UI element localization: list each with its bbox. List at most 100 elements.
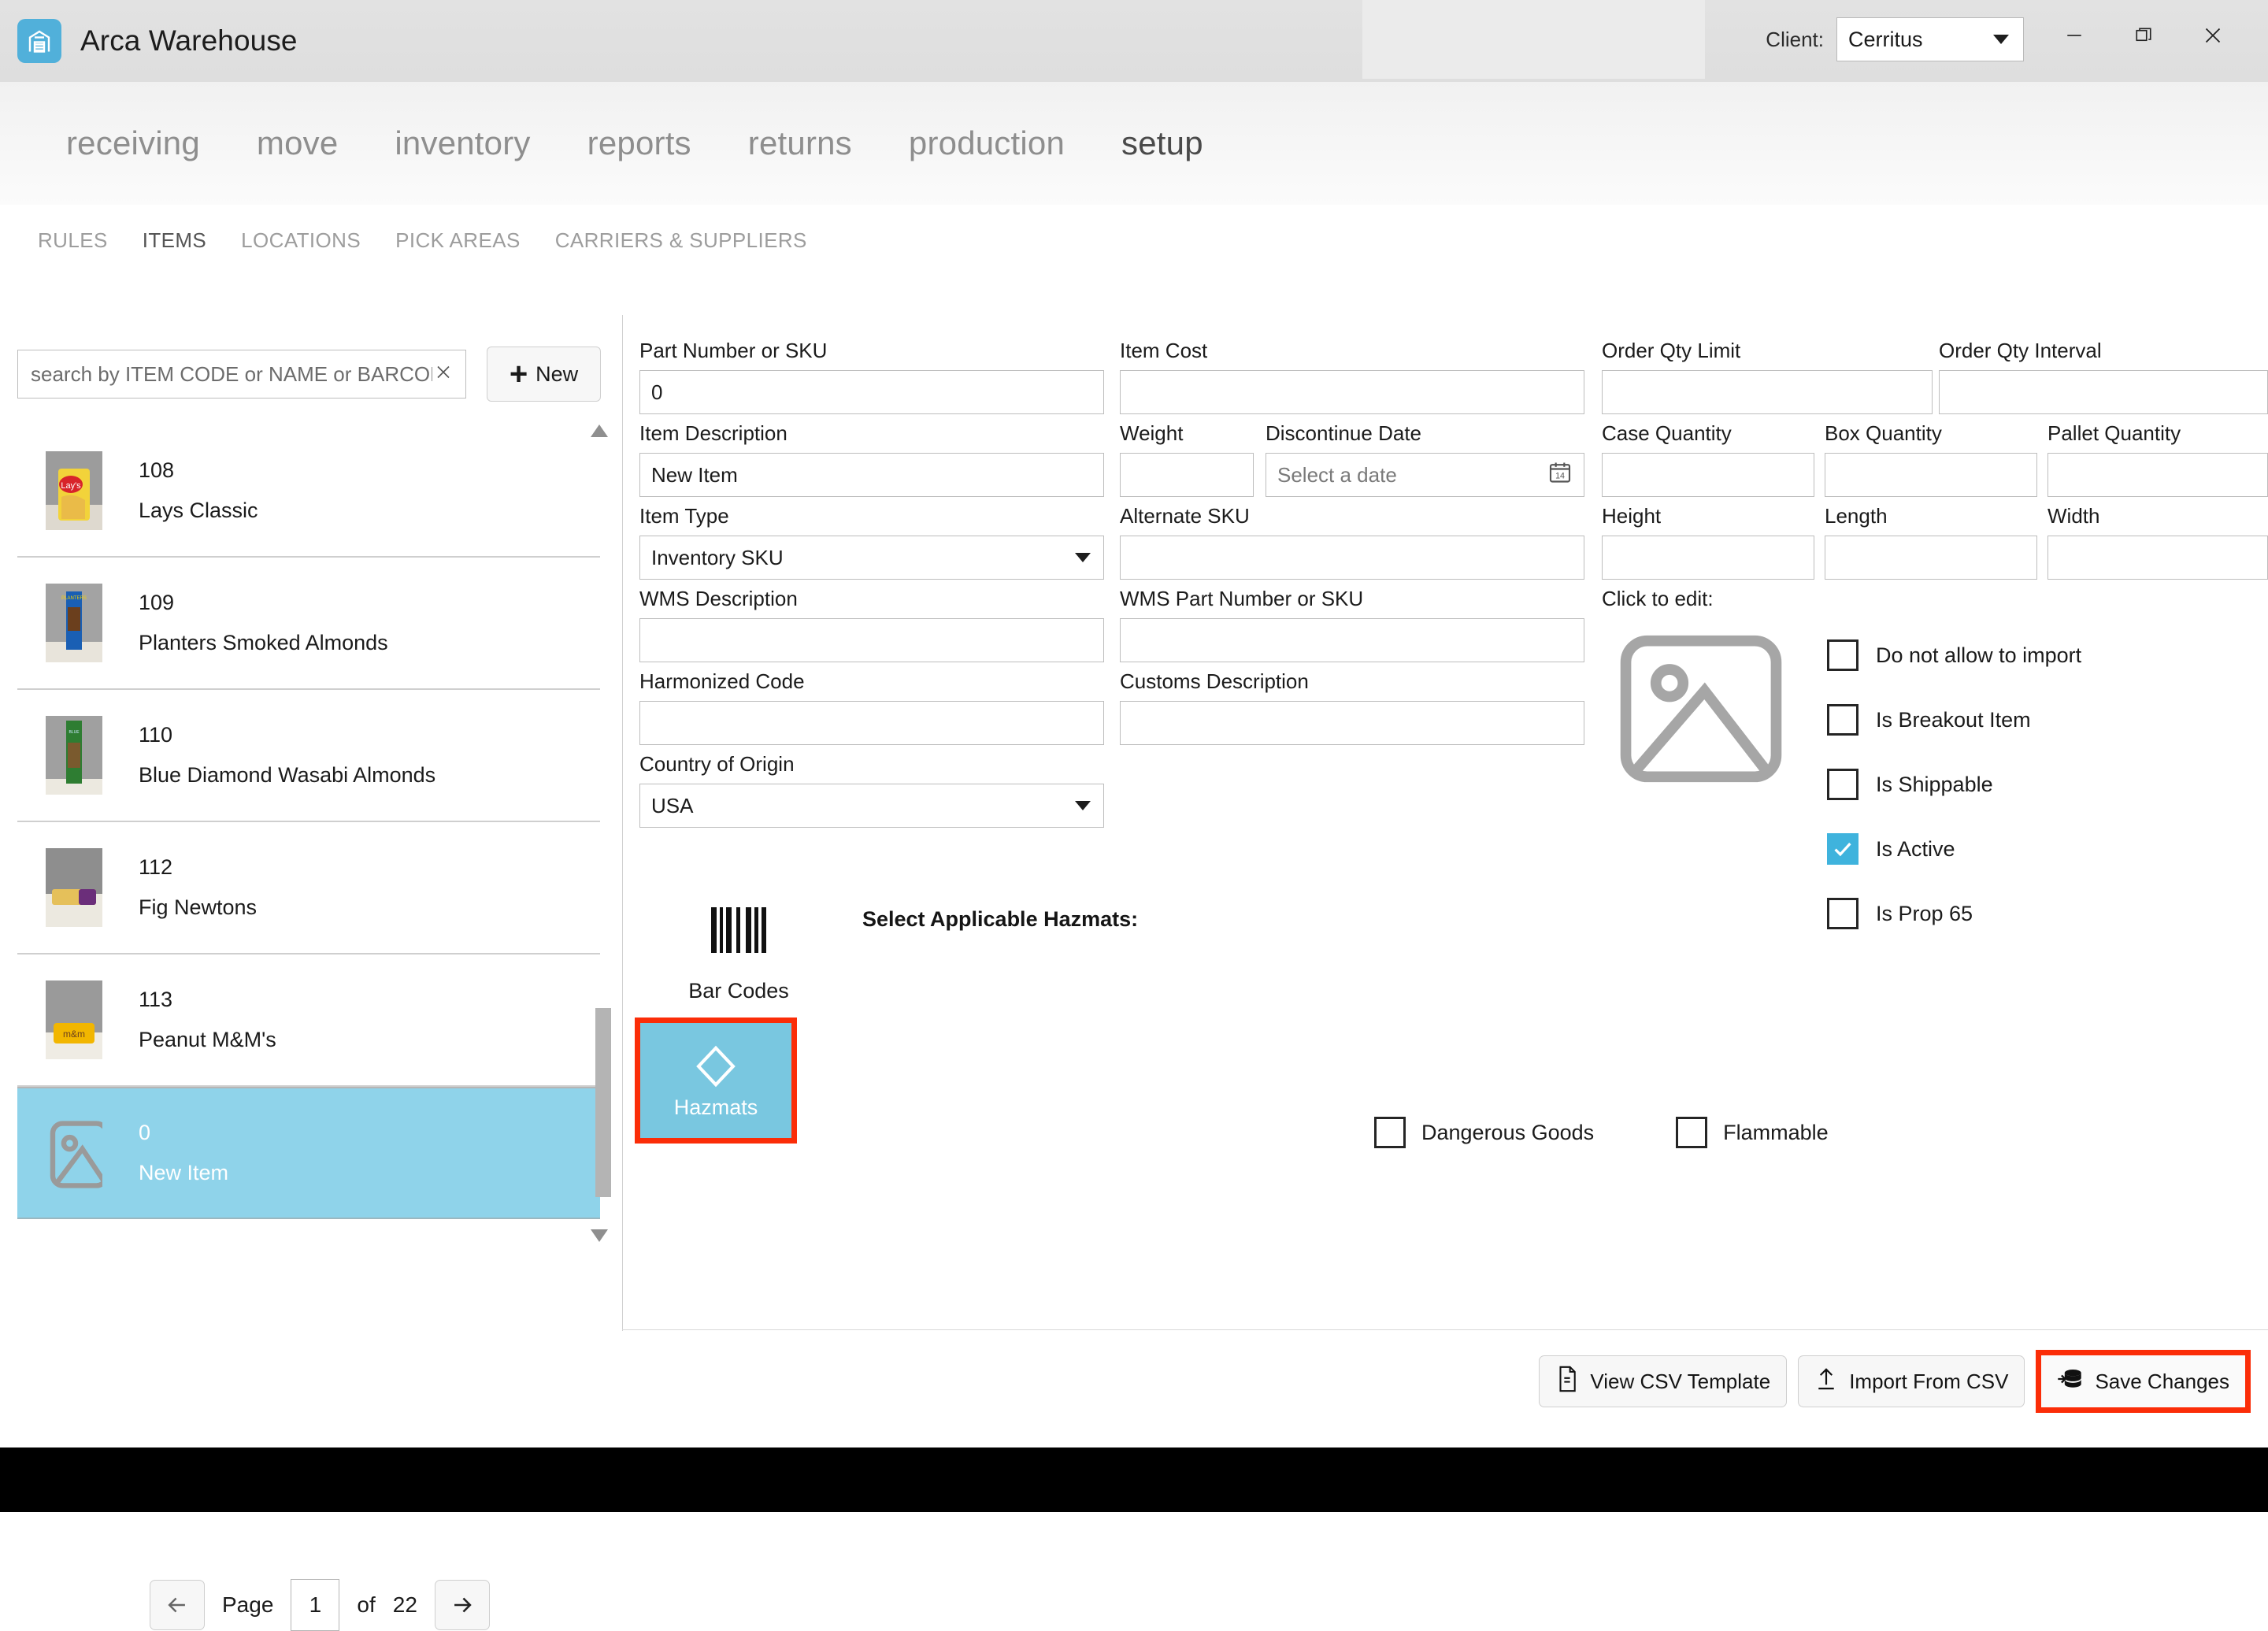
bar-codes-button[interactable]: Bar Codes xyxy=(684,906,794,1003)
order-qty-interval-input[interactable] xyxy=(1939,370,2268,414)
clear-search-icon[interactable] xyxy=(432,361,454,387)
checkbox-dangerous-goods[interactable]: Dangerous Goods xyxy=(1374,1117,1594,1148)
checkbox-do-not-allow-to-import[interactable]: Do not allow to import xyxy=(1827,639,2081,671)
checkbox-is-prop-65[interactable]: Is Prop 65 xyxy=(1827,898,2081,929)
app-title: Arca Warehouse xyxy=(80,24,298,57)
new-item-label: New xyxy=(536,361,579,386)
tab-locations[interactable]: LOCATIONS xyxy=(224,228,378,253)
close-button[interactable] xyxy=(2178,11,2248,60)
calendar-icon[interactable]: 14 xyxy=(1547,460,1573,491)
field-label: Order Qty Interval xyxy=(1939,339,2102,362)
list-item[interactable]: Lay's 108 Lays Classic xyxy=(17,425,600,558)
nav-item-setup[interactable]: setup xyxy=(1093,124,1232,162)
field-item-cost: Item Cost xyxy=(1120,339,1584,414)
image-placeholder-icon[interactable] xyxy=(1610,630,1792,788)
list-item[interactable]: m&m 113 Peanut M&M's xyxy=(17,955,600,1087)
item-type-dropdown[interactable]: Inventory SKU xyxy=(639,536,1104,580)
list-item[interactable]: PLANTERS 109 Planters Smoked Almonds xyxy=(17,558,600,690)
alternate-sku-input[interactable] xyxy=(1120,536,1584,580)
search-box[interactable] xyxy=(17,350,466,398)
checkbox-is-active[interactable]: Is Active xyxy=(1827,833,2081,865)
search-row: + New xyxy=(17,347,601,402)
scroll-down-icon[interactable] xyxy=(589,1227,610,1246)
warehouse-icon xyxy=(17,19,61,63)
checkbox-box[interactable] xyxy=(1827,769,1858,800)
checkbox-box[interactable] xyxy=(1827,639,1858,671)
hazmats-button[interactable]: Hazmats xyxy=(640,1023,791,1138)
height-input[interactable] xyxy=(1602,536,1814,580)
order-qty-limit-input[interactable] xyxy=(1602,370,1933,414)
part-number-input[interactable]: 0 xyxy=(639,370,1104,414)
scrollbar-thumb[interactable] xyxy=(595,1008,611,1197)
checkbox-label: Dangerous Goods xyxy=(1421,1120,1595,1144)
harmonized-code-input[interactable] xyxy=(639,701,1104,745)
search-input[interactable] xyxy=(31,361,432,387)
width-input[interactable] xyxy=(2048,536,2268,580)
save-changes-button[interactable]: Save Changes xyxy=(2041,1355,2245,1407)
item-list[interactable]: Lay's 108 Lays Classic PLANTERS 109 Plan… xyxy=(17,425,600,1244)
checkbox-box[interactable] xyxy=(1374,1117,1406,1148)
wms-part-number-input[interactable] xyxy=(1120,618,1584,662)
field-label: Weight xyxy=(1120,421,1184,445)
item-description-input[interactable]: New Item xyxy=(639,453,1104,497)
item-cost-input[interactable] xyxy=(1120,370,1584,414)
item-thumbnail xyxy=(46,848,102,927)
prev-page-button[interactable] xyxy=(150,1580,205,1630)
list-item[interactable]: BLUE 110 Blue Diamond Wasabi Almonds xyxy=(17,690,600,822)
new-item-button[interactable]: + New xyxy=(487,347,601,402)
case-quantity-input[interactable] xyxy=(1602,453,1814,497)
scrollbar-track[interactable] xyxy=(592,446,611,1222)
page-number-input[interactable]: 1 xyxy=(291,1579,340,1631)
client-dropdown[interactable]: Cerritus xyxy=(1836,17,2024,61)
nav-item-receiving[interactable]: receiving xyxy=(38,124,228,162)
item-name: Fig Newtons xyxy=(139,895,258,919)
item-list-scrollbar[interactable] xyxy=(589,422,611,1246)
list-item-selected[interactable]: 0 New Item xyxy=(17,1087,600,1219)
item-code: 113 xyxy=(139,988,173,1011)
item-thumbnail-placeholder xyxy=(46,1114,102,1192)
tab-items[interactable]: ITEMS xyxy=(125,228,224,253)
checkbox-box[interactable] xyxy=(1676,1117,1708,1148)
flags-group: Do not allow to import Is Breakout Item … xyxy=(1827,639,2081,962)
import-from-csv-button[interactable]: Import From CSV xyxy=(1798,1355,2025,1407)
scroll-up-icon[interactable] xyxy=(589,422,610,441)
field-label: Height xyxy=(1602,504,1662,528)
list-item[interactable]: 112 Fig Newtons xyxy=(17,822,600,955)
checkbox-box[interactable] xyxy=(1827,898,1858,929)
checkbox-is-breakout-item[interactable]: Is Breakout Item xyxy=(1827,704,2081,736)
nav-item-production[interactable]: production xyxy=(880,124,1093,162)
checkbox-box[interactable] xyxy=(1827,704,1858,736)
box-quantity-input[interactable] xyxy=(1825,453,2037,497)
country-of-origin-dropdown[interactable]: USA xyxy=(639,784,1104,828)
total-pages: 22 xyxy=(392,1592,417,1617)
customs-description-input[interactable] xyxy=(1120,701,1584,745)
view-csv-template-button[interactable]: View CSV Template xyxy=(1539,1355,1788,1407)
minimize-button[interactable] xyxy=(2040,11,2109,60)
length-input[interactable] xyxy=(1825,536,2037,580)
checkbox-label: Flammable xyxy=(1723,1120,1829,1144)
tab-carriers-suppliers[interactable]: CARRIERS & SUPPLIERS xyxy=(538,228,825,253)
nav-item-move[interactable]: move xyxy=(228,124,367,162)
nav-item-inventory[interactable]: inventory xyxy=(366,124,558,162)
field-label: Item Cost xyxy=(1120,339,1208,362)
chevron-down-icon xyxy=(1993,35,2009,44)
checkbox-flammable[interactable]: Flammable xyxy=(1676,1117,1829,1148)
item-thumbnail: m&m xyxy=(46,980,102,1059)
tab-rules[interactable]: RULES xyxy=(20,228,125,253)
discontinue-date-input[interactable]: Select a date 14 xyxy=(1266,453,1584,497)
checkbox-is-shippable[interactable]: Is Shippable xyxy=(1827,769,2081,800)
field-item-description: Item Description New Item xyxy=(639,421,1104,497)
tab-pick-areas[interactable]: PICK AREAS xyxy=(378,228,538,253)
checkbox-box[interactable] xyxy=(1827,833,1858,865)
wms-description-input[interactable] xyxy=(639,618,1104,662)
field-country-of-origin: Country of Origin USA xyxy=(639,752,1104,828)
svg-text:m&m: m&m xyxy=(63,1029,85,1040)
next-page-button[interactable] xyxy=(434,1580,490,1630)
nav-item-reports[interactable]: reports xyxy=(559,124,720,162)
pallet-quantity-input[interactable] xyxy=(2048,453,2268,497)
save-changes-highlight: Save Changes xyxy=(2036,1350,2251,1413)
nav-item-returns[interactable]: returns xyxy=(720,124,880,162)
item-text: 110 Blue Diamond Wasabi Almonds xyxy=(139,723,435,788)
weight-input[interactable] xyxy=(1120,453,1254,497)
maximize-button[interactable] xyxy=(2109,11,2178,60)
